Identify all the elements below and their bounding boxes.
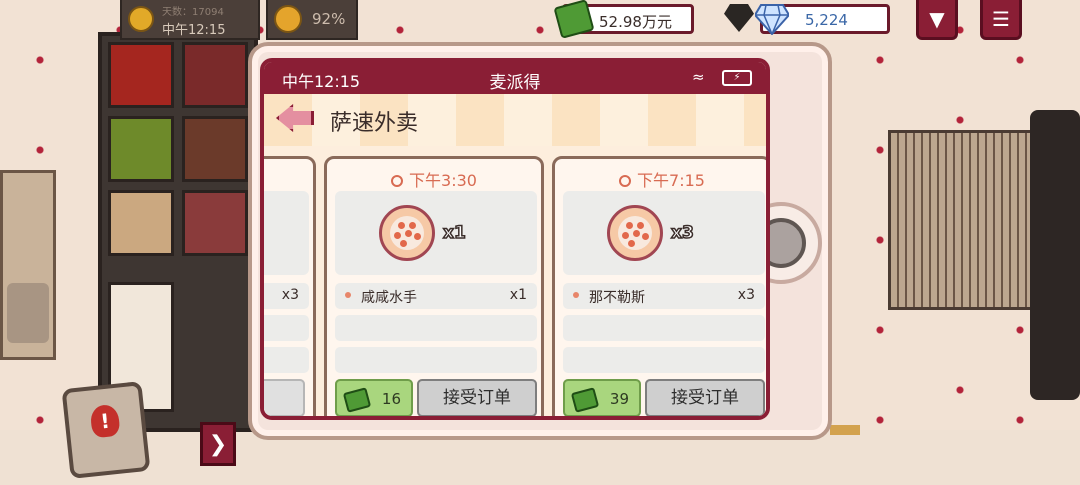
exclamation-icon: ! bbox=[89, 403, 121, 439]
gem-display[interactable]: 5,224 bbox=[755, 4, 890, 35]
chevron-down-icon: ▼ bbox=[929, 6, 945, 31]
ingredient-bin[interactable] bbox=[108, 116, 174, 182]
satisfaction-percent: 92% bbox=[312, 10, 346, 28]
next-arrow-button[interactable]: ❯ bbox=[200, 422, 236, 466]
app-title: 萨速外卖 bbox=[330, 111, 419, 136]
clock-icon bbox=[391, 175, 404, 187]
oven-machine bbox=[1030, 110, 1080, 400]
hamburger-menu-icon: ☰ bbox=[992, 6, 1010, 31]
phone-screen: 中午12:15 麦派得 ≈ ⚡ 萨速外卖 x3 中 下午3:30 bbox=[260, 58, 770, 420]
order-time: 下午7:15 bbox=[637, 171, 705, 190]
status-bar: 中午12:15 麦派得 ≈ ⚡ bbox=[264, 62, 766, 94]
order-item-qty: x3 bbox=[281, 287, 299, 303]
day-counter: 天数：17094 bbox=[162, 7, 224, 18]
ingredient-bin[interactable] bbox=[108, 190, 174, 256]
ingredient-bin[interactable] bbox=[182, 42, 248, 108]
order-item-row-empty bbox=[563, 315, 765, 341]
order-item-row-empty bbox=[335, 347, 537, 373]
smiley-face-icon bbox=[274, 5, 302, 33]
order-card: 下午7:15 x3 那不勒斯 x3 39 接受订单 bbox=[552, 156, 766, 416]
clock-icon bbox=[128, 6, 154, 32]
order-card: x3 中 bbox=[264, 156, 316, 416]
order-alert-card[interactable]: ! bbox=[61, 381, 151, 479]
money-amount: 52.98万元 bbox=[599, 13, 672, 31]
reward-amount: 39 bbox=[609, 390, 629, 408]
day-clock-panel: 天数：17094 中午12:15 bbox=[120, 0, 260, 40]
order-status-button[interactable]: 中 bbox=[264, 379, 305, 416]
left-cabinet bbox=[0, 170, 56, 360]
diamond-icon bbox=[755, 4, 789, 35]
game-time: 中午12:15 bbox=[162, 23, 226, 38]
pizza-quantity: x1 bbox=[442, 222, 466, 244]
accept-order-button[interactable]: 接受订单 bbox=[645, 379, 765, 416]
pizza-icon bbox=[379, 205, 435, 261]
satisfaction-panel: 92% bbox=[266, 0, 358, 40]
chevron-right-icon: ❯ bbox=[208, 431, 228, 457]
order-time: 下午3:30 bbox=[409, 171, 477, 190]
cash-icon bbox=[342, 387, 372, 413]
battery-charging-icon: ⚡ bbox=[722, 70, 752, 86]
order-item-row-empty bbox=[563, 347, 765, 373]
order-item-row-empty bbox=[335, 315, 537, 341]
delivery-shutter bbox=[888, 130, 1038, 310]
app-header: 萨速外卖 bbox=[264, 94, 766, 146]
cash-icon bbox=[570, 387, 600, 413]
order-item-row-empty bbox=[264, 315, 309, 341]
gem-amount: 5,224 bbox=[805, 11, 848, 29]
order-item-row: x3 bbox=[264, 283, 309, 309]
pizza-icon bbox=[607, 205, 663, 261]
accept-order-button[interactable]: 接受订单 bbox=[417, 379, 537, 416]
reward-amount: 16 bbox=[381, 390, 401, 408]
cash-icon bbox=[553, 0, 595, 39]
order-pizza-box bbox=[264, 191, 309, 275]
order-card: 下午3:30 x1 咸咸水手 x1 16 接受订单 bbox=[324, 156, 544, 416]
ingredient-station bbox=[98, 32, 258, 432]
order-list[interactable]: x3 中 下午3:30 x1 bbox=[264, 146, 766, 416]
order-reward: 39 bbox=[563, 379, 641, 416]
back-arrow-button[interactable] bbox=[276, 104, 314, 132]
order-time-header: 下午3:30 bbox=[327, 167, 541, 191]
order-item-row-empty bbox=[264, 347, 309, 373]
order-time-header: 下午7:15 bbox=[555, 167, 766, 191]
menu-button[interactable]: ☰ bbox=[980, 0, 1022, 40]
ingredient-bin[interactable] bbox=[182, 116, 248, 182]
order-item-row: 咸咸水手 x1 bbox=[335, 283, 537, 309]
money-display[interactable]: 52.98万元 bbox=[553, 0, 694, 39]
order-item-qty: x1 bbox=[509, 287, 527, 303]
ingredient-bin[interactable] bbox=[108, 42, 174, 108]
wifi-icon: ≈ bbox=[692, 68, 705, 86]
order-item-name: 咸咸水手 bbox=[361, 290, 417, 306]
ingredient-bin[interactable] bbox=[182, 190, 248, 256]
order-pizza-box: x3 bbox=[563, 191, 765, 275]
counter bbox=[830, 425, 860, 435]
trash-bin-icon[interactable] bbox=[7, 283, 49, 343]
order-pizza-box: x1 bbox=[335, 191, 537, 275]
order-item-row: 那不勒斯 x3 bbox=[563, 283, 765, 309]
order-item-qty: x3 bbox=[737, 287, 755, 303]
clock-icon bbox=[619, 175, 632, 187]
status-carrier: 麦派得 bbox=[489, 73, 541, 93]
order-item-name: 那不勒斯 bbox=[589, 290, 645, 306]
dropdown-button[interactable]: ▼ bbox=[916, 0, 958, 40]
order-reward: 16 bbox=[335, 379, 413, 416]
pizza-quantity: x3 bbox=[670, 222, 694, 244]
